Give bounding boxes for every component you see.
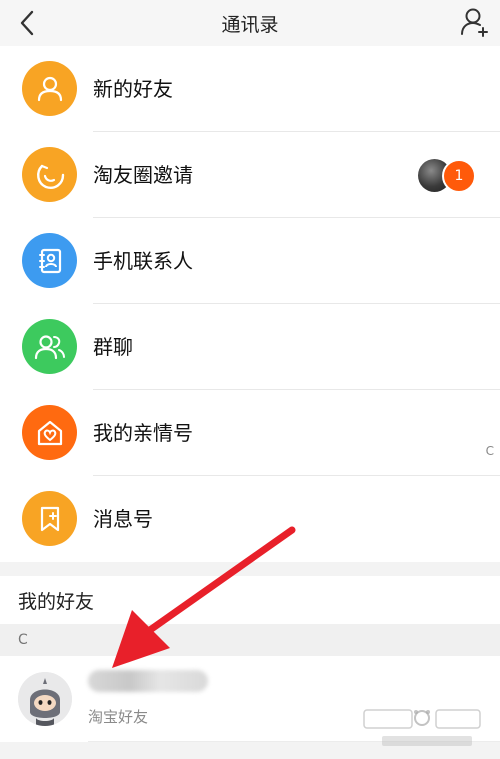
phone-contacts-icon [22, 233, 77, 288]
add-friend-button[interactable] [460, 6, 490, 38]
friend-name-blurred [88, 670, 208, 692]
unread-count-badge: 1 [442, 159, 476, 193]
menu-item-label: 我的亲情号 [93, 421, 193, 445]
section-gap [0, 562, 500, 576]
avatar [18, 672, 72, 726]
baidu-watermark-icon [363, 709, 481, 746]
menu-item-label: 淘友圈邀请 [93, 163, 193, 187]
menu-item-friend-circle-invite[interactable]: 淘友圈邀请 1 [0, 132, 500, 218]
friend-subtitle: 淘宝好友 [88, 708, 149, 726]
add-user-icon [461, 8, 488, 37]
menu-item-label: 群聊 [93, 335, 133, 359]
new-friend-icon [22, 61, 77, 116]
menu-item-phone-contacts[interactable]: 手机联系人 [0, 218, 500, 304]
watermark [352, 704, 492, 756]
alphabet-index-header: C [0, 624, 500, 656]
top-bar: 通讯录 [0, 0, 500, 46]
menu-item-family-account[interactable]: 我的亲情号 [0, 390, 500, 476]
invite-badge: 1 [418, 159, 478, 193]
group-chat-icon [22, 319, 77, 374]
family-icon [22, 405, 77, 460]
side-index-letter[interactable]: C [486, 444, 494, 458]
chevron-left-icon [20, 10, 34, 36]
menu-item-new-friends[interactable]: 新的好友 [0, 46, 500, 132]
menu-item-label: 消息号 [93, 507, 153, 531]
menu-item-label: 新的好友 [93, 77, 173, 101]
my-friends-heading: 我的好友 [0, 576, 500, 624]
menu-item-label: 手机联系人 [93, 249, 193, 273]
contacts-menu: 新的好友 淘友圈邀请 1 手机联系人 群聊 我的亲情号 消息号 [0, 46, 500, 562]
message-account-icon [22, 491, 77, 546]
menu-item-group-chat[interactable]: 群聊 [0, 304, 500, 390]
friend-circle-icon [22, 147, 77, 202]
back-button[interactable] [12, 8, 42, 38]
menu-item-message-account[interactable]: 消息号 [0, 476, 500, 562]
page-title: 通讯录 [221, 13, 279, 36]
